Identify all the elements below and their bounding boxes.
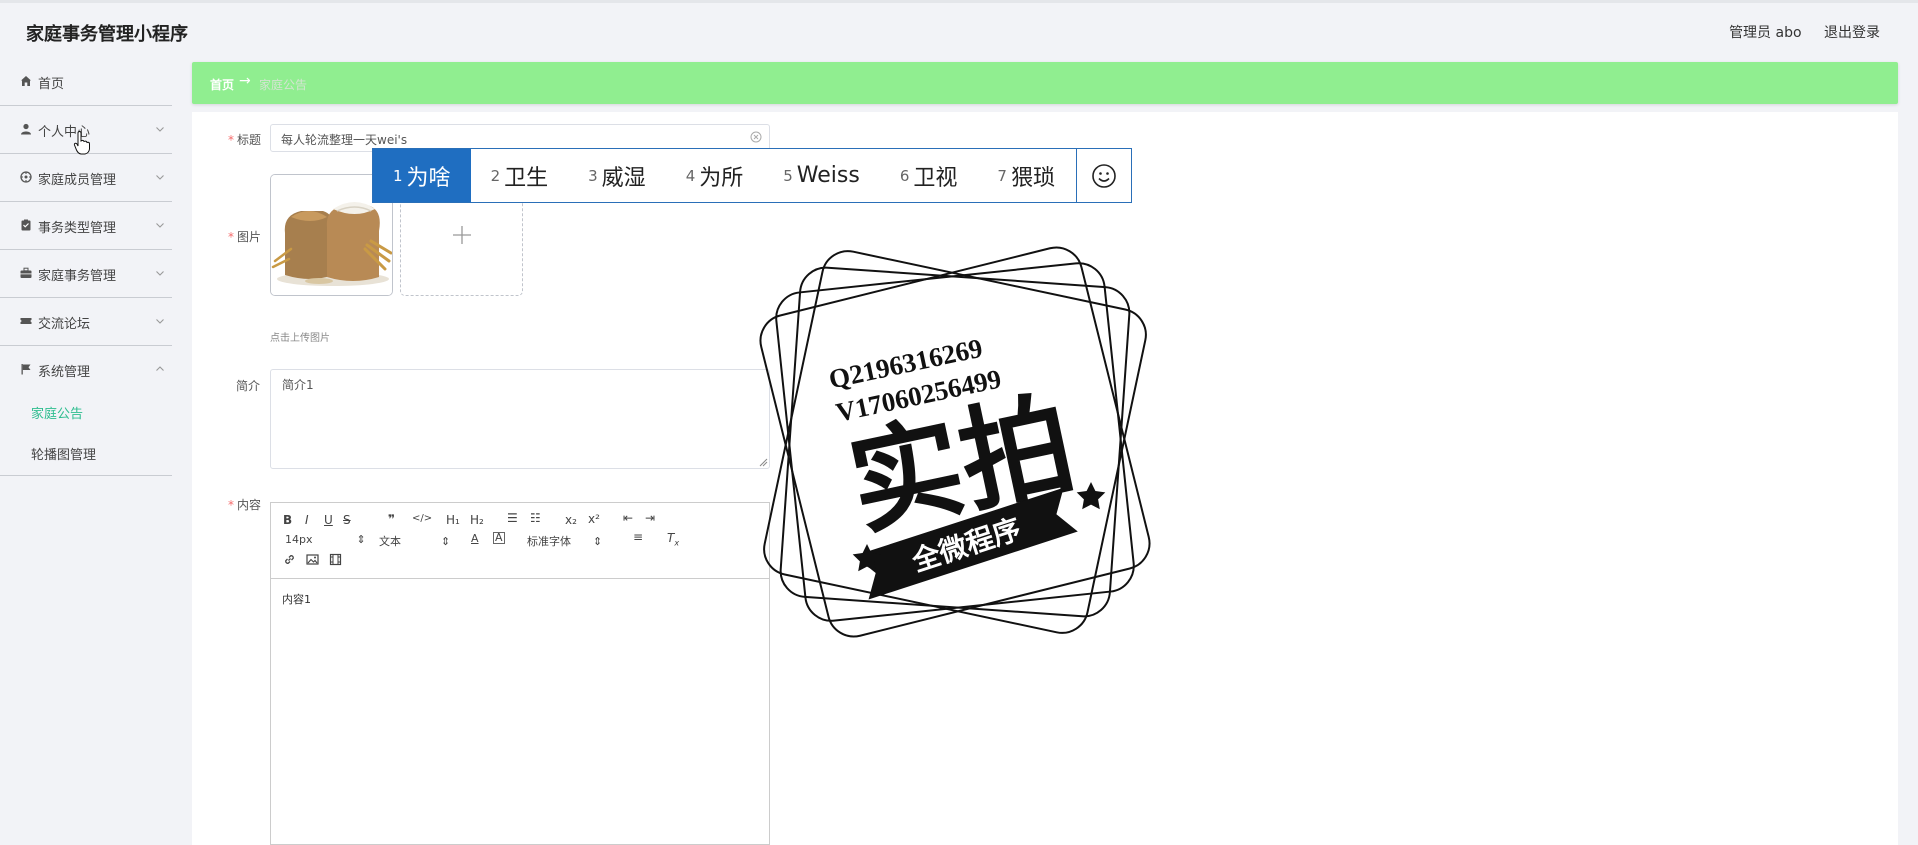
underline-icon[interactable]: U <box>324 513 333 527</box>
image-icon[interactable] <box>306 553 319 569</box>
chevron-down-icon <box>156 271 164 276</box>
ime-candidate-4[interactable]: 4 为所 <box>666 149 764 202</box>
bullet-list-icon[interactable]: ☷ <box>530 511 541 525</box>
image-label: * 图片 <box>228 230 262 244</box>
ime-candidate-1[interactable]: 1 为啥 <box>373 149 471 202</box>
watermark-stamp: Q2196316269 V17060256499 实拍 全微程序 <box>759 246 1151 638</box>
hand-cursor-icon <box>73 131 90 155</box>
outdent-icon[interactable]: ⇤ <box>623 511 633 525</box>
top-header: 家庭事务管理小程序 管理员 abo 退出登录 <box>0 0 1918 58</box>
logout-button[interactable]: 退出登录 <box>1824 25 1880 41</box>
breadcrumb: 首页 → 家庭公告 <box>192 62 1898 104</box>
background-color-icon[interactable]: A <box>493 532 505 544</box>
chevron-down-icon <box>156 175 164 180</box>
ime-candidate-3[interactable]: 3 威湿 <box>568 149 666 202</box>
briefcase-icon <box>19 266 33 280</box>
rich-text-editor: B I U S ❞ </> H₁ H₂ ☰ ☷ x₂ x² ⇤ ⇥ 14px ⇕ … <box>270 502 770 845</box>
sidebar-subitem-carousel[interactable]: 轮播图管理 <box>0 435 172 476</box>
ime-candidate-6[interactable]: 6 卫视 <box>880 149 978 202</box>
strikethrough-icon[interactable]: S <box>343 513 351 527</box>
italic-icon[interactable]: I <box>305 513 309 527</box>
summary-textarea[interactable]: 简介1 <box>270 369 770 469</box>
font-color-icon[interactable]: A <box>471 532 479 545</box>
video-icon[interactable] <box>329 553 342 569</box>
link-icon[interactable] <box>283 553 296 569</box>
blockquote-icon[interactable]: ❞ <box>388 512 395 526</box>
app-title: 家庭事务管理小程序 <box>26 24 188 45</box>
user-icon <box>19 122 33 136</box>
emoji-icon[interactable] <box>1076 149 1131 202</box>
admin-user-label[interactable]: 管理员 abo <box>1729 25 1801 41</box>
text-style-select[interactable]: 文本 ⇕ <box>379 533 450 549</box>
sidebar-item-label: 家庭成员管理 <box>38 173 117 188</box>
superscript-icon[interactable]: x² <box>588 512 600 526</box>
clipboard-icon <box>19 218 33 232</box>
font-size-select[interactable]: 14px ⇕ <box>285 533 366 546</box>
subscript-icon[interactable]: x₂ <box>565 513 577 527</box>
upload-hint: 点击上传图片 <box>270 333 330 344</box>
indent-icon[interactable]: ⇥ <box>645 511 655 525</box>
editor-toolbar: B I U S ❞ </> H₁ H₂ ☰ ☷ x₂ x² ⇤ ⇥ 14px ⇕ … <box>271 503 769 579</box>
summary-value: 简介1 <box>282 378 314 392</box>
code-icon[interactable]: </> <box>412 513 432 524</box>
title-input-value: 每人轮流整理一天wei's <box>281 133 408 147</box>
sidebar: 首页 个人中心 家庭成员管理 事务类型管理 家庭事务管理 交流论坛 系统管理 家… <box>0 58 172 476</box>
content-label: * 内容 <box>228 498 262 512</box>
title-label: * 标题 <box>228 133 262 147</box>
chevron-down-icon <box>156 223 164 228</box>
ticket-icon <box>19 314 33 328</box>
sidebar-item-task-types[interactable]: 事务类型管理 <box>0 202 172 250</box>
clear-icon[interactable] <box>750 131 762 143</box>
breadcrumb-home-link[interactable]: 首页 <box>210 76 234 93</box>
summary-label: 简介 <box>236 379 261 393</box>
chevron-up-icon <box>156 366 164 371</box>
header-actions: 管理员 abo 退出登录 <box>1711 22 1880 42</box>
members-icon <box>19 170 33 184</box>
sidebar-item-label: 事务类型管理 <box>38 221 117 236</box>
ime-candidate-7[interactable]: 7 猥琐 <box>977 149 1075 202</box>
sidebar-item-system[interactable]: 系统管理 <box>0 346 172 394</box>
sidebar-item-label: 交流论坛 <box>38 317 91 332</box>
sidebar-item-label: 家庭事务管理 <box>38 269 117 284</box>
breadcrumb-current: 家庭公告 <box>259 78 308 92</box>
plus-icon <box>452 226 471 244</box>
ime-candidate-2[interactable]: 2 卫生 <box>471 149 569 202</box>
font-family-select[interactable]: 标准字体 ⇕ <box>527 533 602 549</box>
ordered-list-icon[interactable]: ☰ <box>507 511 518 525</box>
ime-candidate-bar: 1 为啥 2 卫生 3 威湿 4 为所 5 Weiss 6 卫视 7 猥琐 <box>372 148 1132 203</box>
clear-format-icon[interactable]: Tx <box>667 531 679 547</box>
heading2-icon[interactable]: H₂ <box>470 513 484 527</box>
sidebar-item-label: 系统管理 <box>38 365 91 380</box>
sidebar-item-forum[interactable]: 交流论坛 <box>0 298 172 346</box>
flag-icon <box>19 362 33 376</box>
sidebar-subitem-announcements[interactable]: 家庭公告 <box>0 394 172 435</box>
home-icon <box>19 74 33 88</box>
align-icon[interactable]: ≡ <box>633 530 643 544</box>
sidebar-item-family-members[interactable]: 家庭成员管理 <box>0 154 172 202</box>
editor-content[interactable]: 内容1 <box>271 579 769 619</box>
bold-icon[interactable]: B <box>283 513 292 527</box>
heading1-icon[interactable]: H₁ <box>446 513 460 527</box>
ime-candidate-5[interactable]: 5 Weiss <box>763 149 880 202</box>
sidebar-item-home[interactable]: 首页 <box>0 58 172 106</box>
chevron-down-icon <box>156 127 164 132</box>
sidebar-item-label: 首页 <box>38 77 65 92</box>
breadcrumb-separator: → <box>239 73 251 89</box>
sidebar-item-family-affairs[interactable]: 家庭事务管理 <box>0 250 172 298</box>
chevron-down-icon <box>156 319 164 324</box>
